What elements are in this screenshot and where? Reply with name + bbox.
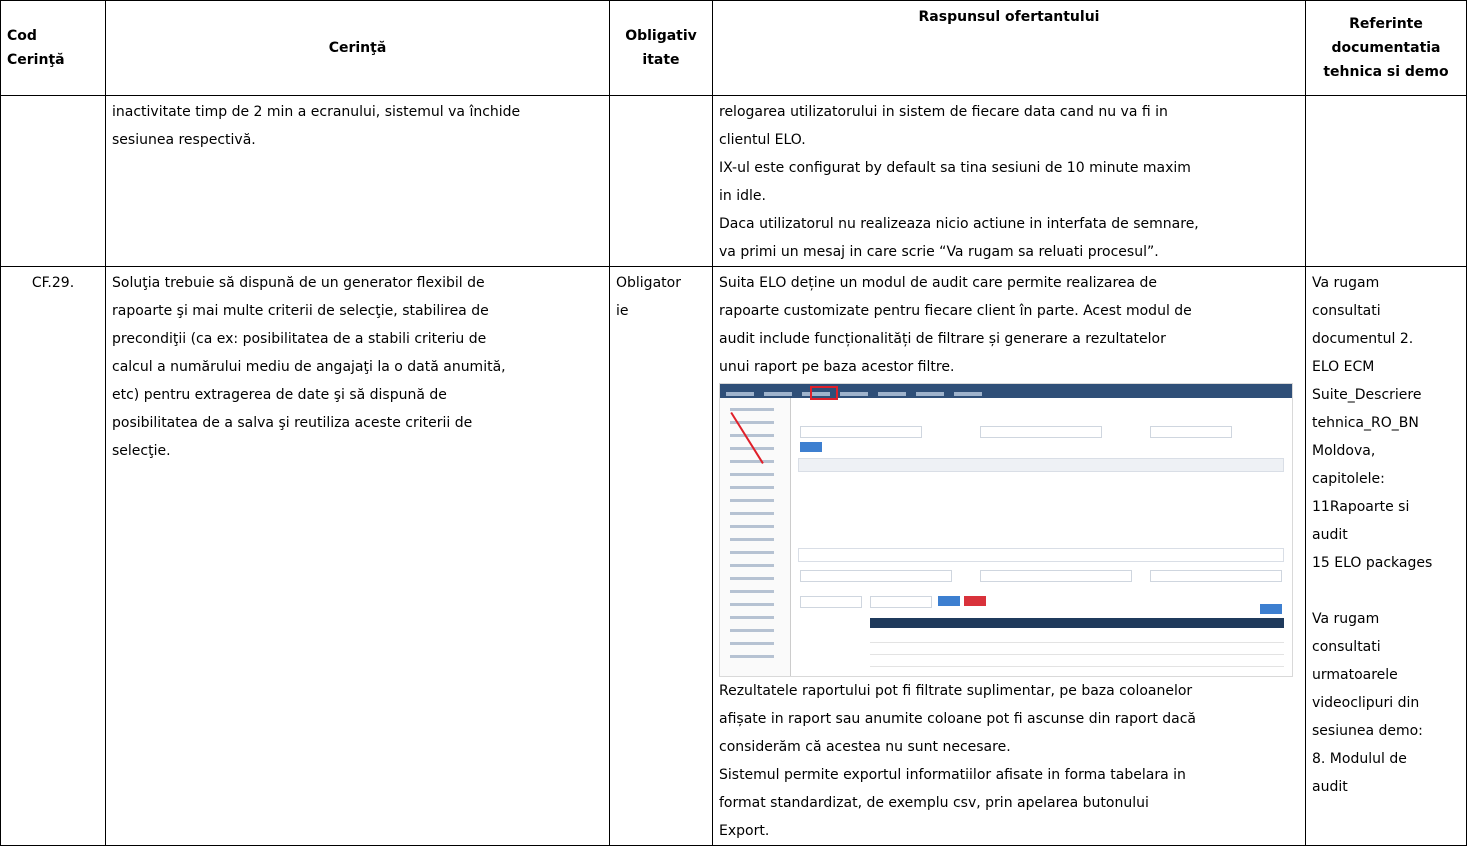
requirements-table: Cod Cerinţă Cerinţă Obligativ itate Rasp…: [0, 0, 1467, 846]
raspuns-line: IX-ul este configurat by default sa tina…: [719, 160, 1191, 176]
screenshot-section-header: [798, 458, 1284, 472]
header-raspuns: Raspunsul ofertantului: [712, 0, 1306, 96]
raspuns-line: va primi un mesaj in care scrie “Va ruga…: [719, 244, 1159, 260]
table-row: CF.29. Soluţia trebuie să dispună de un …: [0, 266, 1467, 846]
referinte-line: 11Rapoarte si: [1312, 499, 1410, 515]
screenshot-button: [800, 442, 822, 452]
cod-cell-empty: [0, 95, 106, 267]
referinte-line: Moldova,: [1312, 443, 1376, 459]
screenshot-highlight: [810, 386, 838, 400]
referinte-line: consultati: [1312, 639, 1381, 655]
cod-value: CF.29.: [31, 275, 75, 291]
screenshot-field: [980, 426, 1102, 438]
screenshot-table-row: [870, 658, 1284, 667]
obligativ-cell: Obligator ie: [609, 266, 713, 846]
obligativ-cell-empty: [609, 95, 713, 267]
header-row: Cod Cerinţă Cerinţă Obligativ itate Rasp…: [0, 0, 1467, 96]
screenshot-table-row: [870, 634, 1284, 643]
screenshot-button: [964, 596, 986, 606]
referinte-line: Va rugam: [1312, 275, 1380, 291]
referinte-cell: Va rugam consultati documentul 2. ELO EC…: [1305, 266, 1467, 846]
raspuns-line: Sistemul permite exportul informatiilor …: [719, 767, 1186, 783]
screenshot-field: [980, 570, 1132, 582]
screenshot-button: [938, 596, 960, 606]
screenshot-field: [800, 426, 922, 438]
cerinta-line: rapoarte şi mai multe criterii de selecţ…: [112, 303, 489, 319]
cerinta-cell: Soluţia trebuie să dispună de un generat…: [105, 266, 610, 846]
screenshot-table-row: [870, 646, 1284, 655]
cerinta-line: inactivitate timp de 2 min a ecranului, …: [112, 104, 521, 120]
referinte-line: videoclipuri din: [1312, 695, 1420, 711]
referinte-line: audit: [1312, 527, 1348, 543]
cerinta-cell: inactivitate timp de 2 min a ecranului, …: [105, 95, 610, 267]
header-cod: Cod Cerinţă: [0, 0, 106, 96]
raspuns-line: rapoarte customizate pentru fiecare clie…: [719, 303, 1192, 319]
cerinta-line: selecţie.: [112, 443, 171, 459]
referinte-line: ELO ECM: [1312, 359, 1375, 375]
raspuns-line: Export.: [719, 823, 770, 839]
audit-module-screenshot: [719, 383, 1293, 677]
referinte-line: Suite_Descriere: [1312, 387, 1422, 403]
screenshot-field: [800, 596, 862, 608]
raspuns-line: clientul ELO.: [719, 132, 806, 148]
screenshot-field: [1150, 426, 1232, 438]
referinte-line: documentul 2.: [1312, 331, 1414, 347]
cerinta-line: precondiţii (ca ex: posibilitatea de a s…: [112, 331, 487, 347]
cerinta-line: etc) pentru extragerea de date şi să dis…: [112, 387, 447, 403]
obligativ-line: ie: [616, 303, 629, 319]
cerinta-line: Soluţia trebuie să dispună de un generat…: [112, 275, 485, 291]
obligativ-line: Obligator: [616, 275, 681, 291]
raspuns-line: format standardizat, de exemplu csv, pri…: [719, 795, 1149, 811]
screenshot-field: [800, 570, 952, 582]
header-obligativitate: Obligativ itate: [609, 0, 713, 96]
referinte-line: consultati: [1312, 303, 1381, 319]
screenshot-field: [1150, 570, 1282, 582]
raspuns-line: afișate in raport sau anumite coloane po…: [719, 711, 1197, 727]
cod-cell: CF.29.: [0, 266, 106, 846]
referinte-line: sesiunea demo:: [1312, 723, 1423, 739]
raspuns-line: in idle.: [719, 188, 766, 204]
screenshot-filter-row: [798, 548, 1284, 562]
referinte-line: 8. Modulul de: [1312, 751, 1407, 767]
table-row: inactivitate timp de 2 min a ecranului, …: [0, 95, 1467, 267]
screenshot-button: [1260, 604, 1282, 614]
referinte-line: tehnica_RO_BN: [1312, 415, 1419, 431]
cerinta-line: calcul a numărului mediu de angajaţi la …: [112, 359, 506, 375]
referinte-line: urmatoarele: [1312, 667, 1398, 683]
raspuns-line: audit include funcționalități de filtrar…: [719, 331, 1166, 347]
header-referinte: Referinte documentatia tehnica si demo: [1305, 0, 1467, 96]
raspuns-cell: relogarea utilizatorului in sistem de fi…: [712, 95, 1306, 267]
header-cerinta: Cerinţă: [105, 0, 610, 96]
referinte-line: audit: [1312, 779, 1348, 795]
referinte-cell-empty: [1305, 95, 1467, 267]
raspuns-line: Daca utilizatorul nu realizeaza nicio ac…: [719, 216, 1199, 232]
raspuns-line: considerăm că acestea nu sunt necesare.: [719, 739, 1011, 755]
screenshot-sidebar: [720, 398, 791, 676]
referinte-line: 15 ELO packages: [1312, 555, 1433, 571]
cerinta-line: posibilitatea de a salva şi reutiliza ac…: [112, 415, 473, 431]
referinte-line: Va rugam: [1312, 611, 1380, 627]
raspuns-line: Rezultatele raportului pot fi filtrate s…: [719, 683, 1193, 699]
screenshot-field: [870, 596, 932, 608]
raspuns-line: Suita ELO deține un modul de audit care …: [719, 275, 1158, 291]
referinte-line: capitolele:: [1312, 471, 1385, 487]
raspuns-line: relogarea utilizatorului in sistem de fi…: [719, 104, 1168, 120]
screenshot-menubar: [720, 384, 1292, 398]
screenshot-table-header: [870, 618, 1284, 628]
cerinta-line: sesiunea respectivă.: [112, 132, 256, 148]
raspuns-line: unui raport pe baza acestor filtre.: [719, 359, 955, 375]
raspuns-cell: Suita ELO deține un modul de audit care …: [712, 266, 1306, 846]
referinte-line-blank: [1312, 577, 1460, 605]
